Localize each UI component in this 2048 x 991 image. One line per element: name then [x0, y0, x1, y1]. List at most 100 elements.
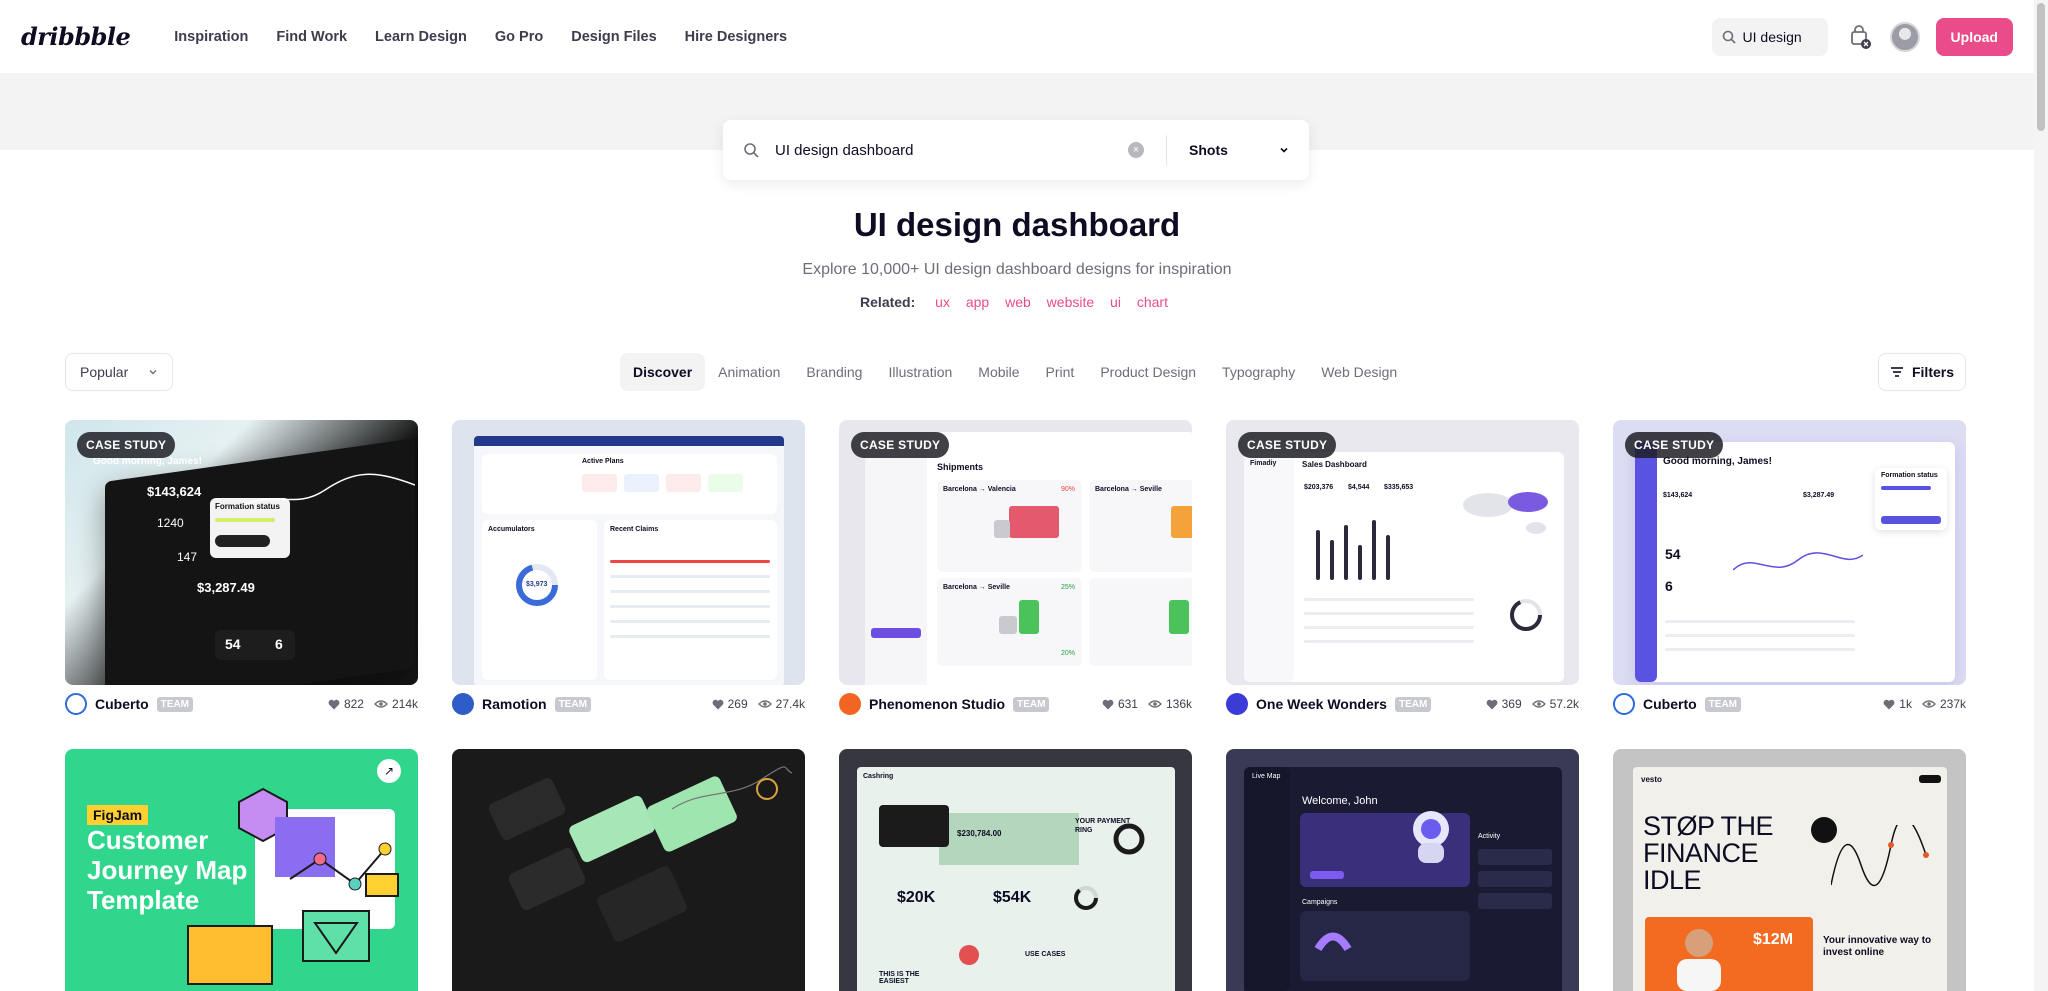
heart-icon[interactable]: [1102, 699, 1114, 710]
thumb-button: [1919, 775, 1941, 783]
heart-icon[interactable]: [328, 699, 340, 710]
case-study-badge: CASE STUDY: [1238, 432, 1337, 458]
author-name[interactable]: One Week Wonders: [1256, 696, 1387, 712]
thumb-truck-cab: [994, 520, 1010, 538]
dribbble-logo[interactable]: dribbble: [21, 22, 131, 51]
shot-card[interactable]: Cashring $230,784.00 YOUR PAYMENT RING $…: [839, 749, 1192, 991]
design-files-bag-icon[interactable]: [1844, 22, 1874, 52]
shot-card[interactable]: Shipments Barcelona → Valencia 90% Barce…: [839, 420, 1192, 723]
author-name[interactable]: Ramotion: [482, 696, 547, 712]
shot-thumbnail[interactable]: Good morning, James! $143,624 $3,287.49 …: [1613, 420, 1966, 685]
thumb-dashboard-panel: [857, 767, 1175, 991]
filters-button[interactable]: Filters: [1878, 353, 1966, 391]
team-badge: TEAM: [156, 696, 194, 712]
shot-card[interactable]: Live Map Welcome, John Activity Campaign…: [1226, 749, 1579, 991]
thumb-row: [610, 560, 770, 563]
author-name[interactable]: Cuberto: [95, 696, 149, 712]
shot-card[interactable]: Fimadiy Sales Dashboard $203,376 $4,544 …: [1226, 420, 1579, 723]
nav-link-design-files[interactable]: Design Files: [557, 29, 670, 45]
shot-thumbnail[interactable]: Live Map Welcome, John Activity Campaign…: [1226, 749, 1579, 991]
shot-card[interactable]: vesto STØP THE FINANCE IDLE $12M Your in…: [1613, 749, 1966, 991]
main-search-bar[interactable]: UI design dashboard × Shots: [723, 120, 1309, 180]
heart-icon[interactable]: [1486, 699, 1498, 710]
author-avatar[interactable]: [1226, 693, 1248, 715]
views-count: 136k: [1165, 697, 1192, 711]
upload-button[interactable]: Upload: [1935, 17, 2013, 56]
author-avatar[interactable]: [1613, 693, 1635, 715]
thumb-text: $335,653: [1384, 484, 1414, 491]
author-name[interactable]: Phenomenon Studio: [869, 696, 1005, 712]
thumb-text: $143,624: [147, 484, 202, 499]
related-tag-web[interactable]: web: [1005, 294, 1031, 310]
shot-thumbnail[interactable]: Fimadiy Sales Dashboard $203,376 $4,544 …: [1226, 420, 1579, 685]
shot-card[interactable]: [452, 749, 805, 991]
category-tab-product-design[interactable]: Product Design: [1087, 353, 1209, 391]
thumb-row: [1478, 893, 1552, 909]
nav-link-hire-designers[interactable]: Hire Designers: [671, 29, 801, 45]
category-tab-print[interactable]: Print: [1033, 353, 1088, 391]
heart-icon[interactable]: [1883, 699, 1895, 710]
author-avatar[interactable]: [839, 693, 861, 715]
category-tab-branding[interactable]: Branding: [793, 353, 875, 391]
nav-link-learn-design[interactable]: Learn Design: [361, 29, 481, 45]
category-tab-animation[interactable]: Animation: [705, 353, 793, 391]
thumb-text: 54: [225, 636, 241, 652]
page-title: UI design dashboard: [853, 206, 1181, 243]
category-tab-illustration[interactable]: Illustration: [875, 353, 965, 391]
nav-search-input[interactable]: UI design: [1711, 17, 1828, 56]
author-name[interactable]: Cuberto: [1643, 696, 1697, 712]
eye-icon: [1148, 700, 1162, 708]
thumb-text: $54K: [993, 889, 1032, 906]
figjam-label: FigJam: [87, 805, 149, 825]
nav-link-inspiration[interactable]: Inspiration: [160, 29, 262, 45]
related-tag-ui[interactable]: ui: [1110, 294, 1121, 310]
thumb-truck: [1171, 506, 1192, 538]
shot-thumbnail[interactable]: [452, 749, 805, 991]
thumb-chart-bar: [1330, 540, 1334, 580]
search-type-select[interactable]: Shots: [1189, 142, 1289, 158]
related-tags: Related: ux app web website ui chart: [0, 294, 2034, 310]
thumb-row: [610, 620, 770, 623]
related-tag-chart[interactable]: chart: [1137, 294, 1168, 310]
user-avatar[interactable]: [1889, 21, 1920, 52]
nav-link-find-work[interactable]: Find Work: [262, 29, 361, 45]
shot-thumbnail[interactable]: Shipments Barcelona → Valencia 90% Barce…: [839, 420, 1192, 685]
clear-search-icon[interactable]: ×: [1128, 142, 1144, 158]
heart-icon[interactable]: [712, 699, 724, 710]
scrollbar-thumb[interactable]: [2037, 3, 2045, 131]
team-badge: TEAM: [554, 696, 591, 712]
views-count: 57.2k: [1549, 697, 1579, 711]
thumb-text: $4,544: [1348, 484, 1370, 491]
thumb-text: 90%: [1061, 486, 1076, 493]
thumb-text: Recent Claims: [610, 526, 659, 533]
shot-thumbnail[interactable]: Good morning, James! $143,624 1240 147 $…: [65, 420, 418, 685]
category-tab-mobile[interactable]: Mobile: [965, 353, 1032, 391]
shot-thumbnail[interactable]: ↗ FigJam Customer Journey Map Template: [65, 749, 418, 991]
shot-card[interactable]: ↗ FigJam Customer Journey Map Template: [65, 749, 418, 991]
nav-search-value: UI design: [1742, 28, 1802, 45]
related-tag-app[interactable]: app: [966, 294, 989, 310]
related-tag-ux[interactable]: ux: [935, 294, 950, 310]
thumb-row: [610, 575, 770, 578]
sort-select[interactable]: Popular: [65, 353, 173, 391]
shot-card[interactable]: Good morning, James! $143,624 1240 147 $…: [65, 420, 418, 723]
shot-thumbnail[interactable]: vesto STØP THE FINANCE IDLE $12M Your in…: [1613, 749, 1966, 991]
nav-link-go-pro[interactable]: Go Pro: [481, 29, 557, 45]
category-tab-typography[interactable]: Typography: [1209, 353, 1308, 391]
case-study-badge: CASE STUDY: [77, 432, 176, 458]
shot-card[interactable]: Good morning, James! $143,624 $3,287.49 …: [1613, 420, 1966, 723]
related-tag-website[interactable]: website: [1047, 294, 1094, 310]
thumb-truck: [1169, 600, 1189, 634]
category-tab-discover[interactable]: Discover: [620, 353, 706, 391]
shot-thumbnail[interactable]: Active Plans Accumulators $3,973 Recent …: [452, 420, 805, 685]
eye-icon: [1531, 700, 1546, 708]
page-scrollbar[interactable]: [2034, 0, 2048, 991]
external-link-icon[interactable]: ↗: [377, 759, 401, 783]
case-study-badge: CASE STUDY: [851, 432, 950, 458]
shot-card[interactable]: Active Plans Accumulators $3,973 Recent …: [452, 420, 805, 723]
category-tab-web-design[interactable]: Web Design: [1308, 353, 1410, 391]
shot-thumbnail[interactable]: Cashring $230,784.00 YOUR PAYMENT RING $…: [839, 749, 1192, 991]
author-avatar[interactable]: [452, 693, 474, 715]
main-search-input[interactable]: UI design dashboard: [775, 142, 1128, 159]
author-avatar[interactable]: [65, 693, 87, 715]
